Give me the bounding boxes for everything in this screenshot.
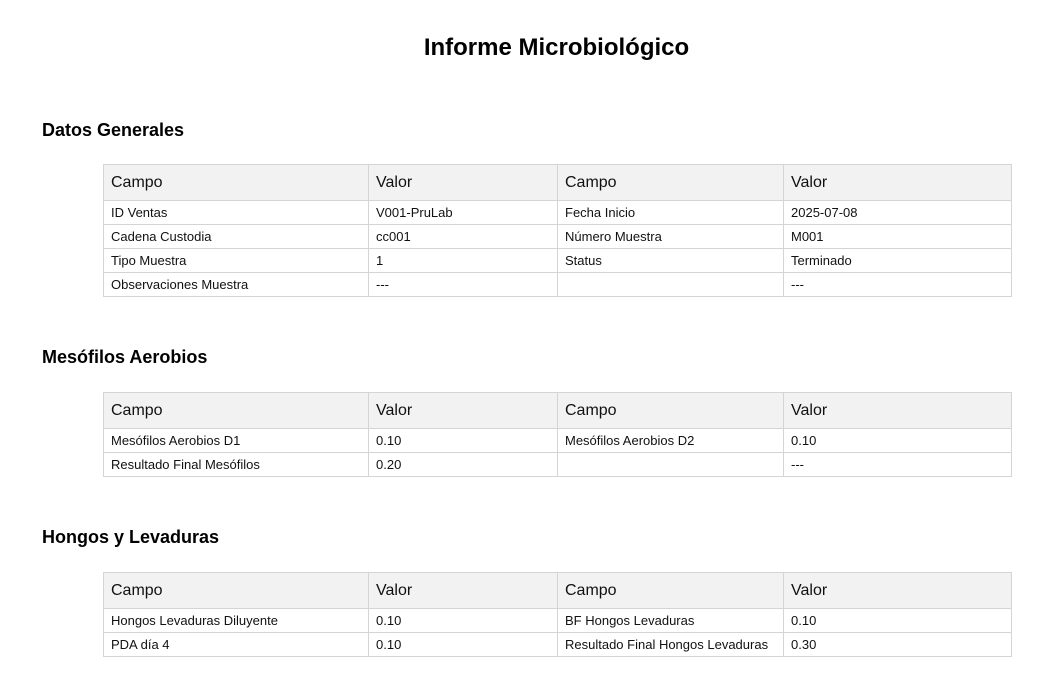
header-valor: Valor	[368, 572, 558, 609]
field-label: Número Muestra	[557, 224, 784, 249]
field-value: 0.30	[783, 632, 1012, 657]
header-valor: Valor	[368, 392, 558, 429]
field-value: 1	[368, 248, 558, 273]
field-label: Observaciones Muestra	[103, 272, 369, 297]
field-label: Cadena Custodia	[103, 224, 369, 249]
field-value: ---	[783, 452, 1012, 477]
mesofilos-aerobios-table: Campo Valor Campo Valor Mesófilos Aerobi…	[103, 392, 1012, 477]
header-campo: Campo	[103, 392, 369, 429]
header-campo: Campo	[557, 392, 784, 429]
table-row: Mesófilos Aerobios D1 0.10 Mesófilos Aer…	[103, 428, 1012, 453]
header-valor: Valor	[783, 164, 1012, 201]
table-row: Tipo Muestra 1 Status Terminado	[103, 248, 1012, 273]
field-label: Resultado Final Mesófilos	[103, 452, 369, 477]
table-header-row: Campo Valor Campo Valor	[103, 392, 1012, 429]
table-header-row: Campo Valor Campo Valor	[103, 572, 1012, 609]
header-campo: Campo	[557, 164, 784, 201]
field-label: Status	[557, 248, 784, 273]
field-value: 0.10	[368, 632, 558, 657]
document-title: Informe Microbiológico	[423, 34, 690, 61]
header-campo: Campo	[103, 164, 369, 201]
section-title-datos-generales: Datos Generales	[42, 120, 185, 140]
field-label: Hongos Levaduras Diluyente	[103, 608, 369, 633]
field-label	[557, 272, 784, 297]
field-value: 2025-07-08	[783, 200, 1012, 225]
field-label: ID Ventas	[103, 200, 369, 225]
table-row: Hongos Levaduras Diluyente 0.10 BF Hongo…	[103, 608, 1012, 633]
field-label: Resultado Final Hongos Levaduras	[557, 632, 784, 657]
field-value: 0.10	[368, 428, 558, 453]
section-title-mesofilos-aerobios: Mesófilos Aerobios	[42, 347, 208, 367]
datos-generales-table: Campo Valor Campo Valor ID Ventas V001-P…	[103, 164, 1012, 297]
header-valor: Valor	[368, 164, 558, 201]
field-label: PDA día 4	[103, 632, 369, 657]
table-row: Resultado Final Mesófilos 0.20 ---	[103, 452, 1012, 477]
section-title-hongos-levaduras: Hongos y Levaduras	[42, 527, 220, 547]
header-campo: Campo	[557, 572, 784, 609]
field-value: 0.10	[783, 608, 1012, 633]
field-value: 0.10	[783, 428, 1012, 453]
field-value: V001-PruLab	[368, 200, 558, 225]
field-value: M001	[783, 224, 1012, 249]
table-row: Observaciones Muestra --- ---	[103, 272, 1012, 297]
field-value: 0.20	[368, 452, 558, 477]
table-row: ID Ventas V001-PruLab Fecha Inicio 2025-…	[103, 200, 1012, 225]
field-label: Mesófilos Aerobios D2	[557, 428, 784, 453]
field-value: Terminado	[783, 248, 1012, 273]
field-label: Fecha Inicio	[557, 200, 784, 225]
table-row: PDA día 4 0.10 Resultado Final Hongos Le…	[103, 632, 1012, 657]
field-value: ---	[783, 272, 1012, 297]
table-header-row: Campo Valor Campo Valor	[103, 164, 1012, 201]
field-label: Mesófilos Aerobios D1	[103, 428, 369, 453]
field-label: Tipo Muestra	[103, 248, 369, 273]
hongos-levaduras-table: Campo Valor Campo Valor Hongos Levaduras…	[103, 572, 1012, 657]
header-campo: Campo	[103, 572, 369, 609]
header-valor: Valor	[783, 392, 1012, 429]
header-valor: Valor	[783, 572, 1012, 609]
field-label: BF Hongos Levaduras	[557, 608, 784, 633]
field-label	[557, 452, 784, 477]
field-value: cc001	[368, 224, 558, 249]
field-value: ---	[368, 272, 558, 297]
table-row: Cadena Custodia cc001 Número Muestra M00…	[103, 224, 1012, 249]
field-value: 0.10	[368, 608, 558, 633]
